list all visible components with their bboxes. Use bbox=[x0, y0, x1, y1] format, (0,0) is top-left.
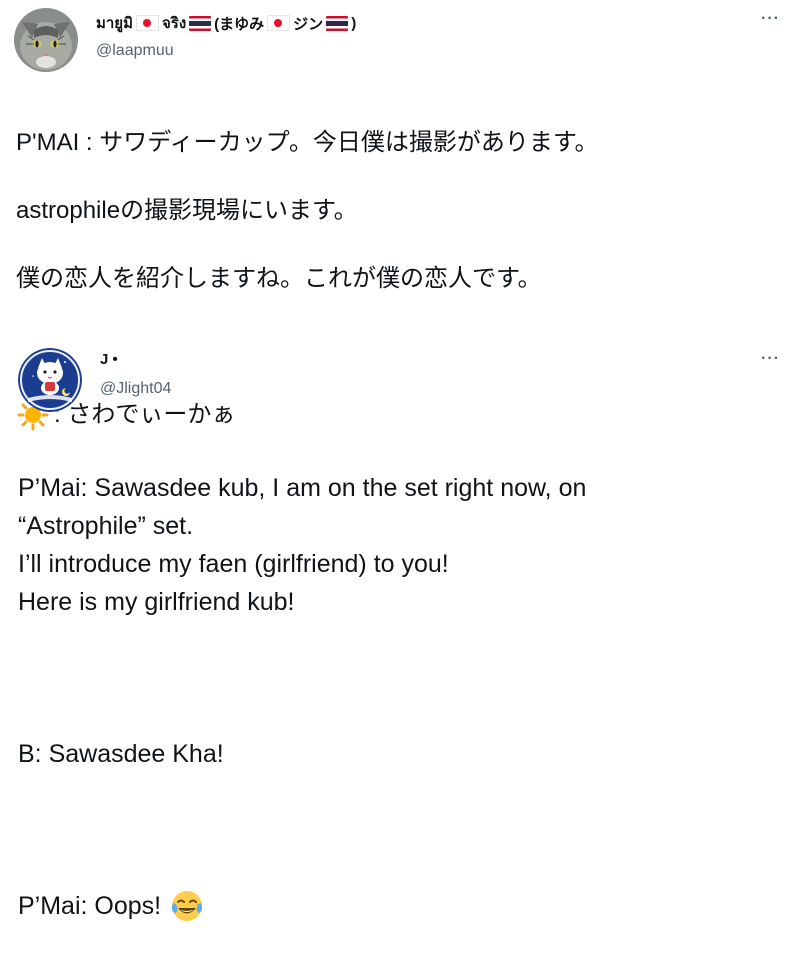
tweet-line: 僕の恋人を紹介しますね。これが僕の恋人です。 bbox=[16, 265, 542, 292]
avatar[interactable] bbox=[14, 8, 78, 72]
tweet-paragraph: B: Sawasdee Kha! bbox=[18, 740, 224, 768]
user-handle[interactable]: @laapmuu bbox=[96, 42, 174, 60]
tears-of-joy-emoji-icon bbox=[169, 888, 205, 924]
tweet-paragraph-text: P’Mai: Oops! bbox=[18, 892, 162, 920]
tweet-paragraph-last: P’Mai: Oops! bbox=[18, 887, 798, 925]
thailand-flag-icon bbox=[326, 15, 349, 31]
display-name[interactable]: มายูมิ จริง (まゆみ ジン ) bbox=[96, 11, 356, 35]
tweet-paragraph: P’Mai: Sawasdee kub, I am on the set rig… bbox=[18, 474, 587, 616]
display-name[interactable]: J • bbox=[100, 351, 118, 368]
avatar[interactable] bbox=[18, 348, 82, 412]
tweet-text: P’Mai: Sawasdee kub, I am on the set rig… bbox=[18, 431, 798, 963]
more-options-icon[interactable]: ··· bbox=[761, 10, 780, 28]
display-name-jp-part1: (まゆみ bbox=[214, 15, 265, 33]
tweet-line: astrophileの撮影現場にいます。 bbox=[16, 197, 358, 224]
display-name-thai-part2: จริง bbox=[162, 15, 187, 32]
display-name-close: ) bbox=[351, 14, 357, 32]
user-handle[interactable]: @Jlight04 bbox=[100, 380, 171, 398]
japan-flag-icon bbox=[267, 15, 291, 31]
cartoon-cat-avatar-icon bbox=[18, 348, 82, 412]
display-name-text: J • bbox=[100, 351, 118, 368]
japan-flag-icon bbox=[136, 15, 159, 31]
thailand-flag-icon bbox=[189, 15, 212, 31]
display-name-jp-part2: ジン bbox=[293, 15, 324, 33]
cat-photo-avatar-icon bbox=[14, 8, 78, 72]
more-options-icon[interactable]: ··· bbox=[761, 350, 780, 368]
tweet-jlight04: J • @Jlight04 ··· P’Mai: Sawasdee kub, I… bbox=[0, 338, 804, 921]
tweet-line: P'MAI : サワディーカップ。今日僕は撮影があります。 bbox=[16, 129, 599, 156]
tweet-laapmuu: มายูมิ จริง (まゆみ ジン ) @laapmuu ··· P'MAI… bbox=[0, 0, 804, 431]
display-name-thai-part1: มายูมิ bbox=[96, 15, 133, 32]
